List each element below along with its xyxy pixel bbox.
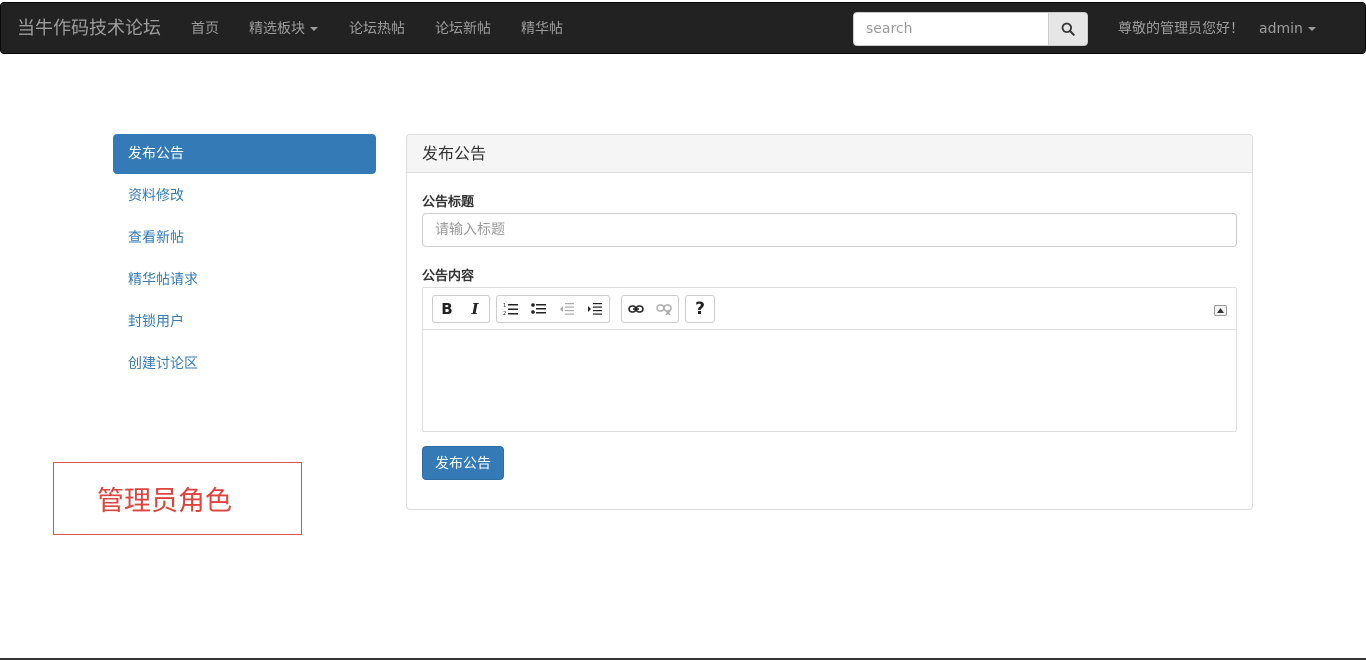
unlink-button[interactable] <box>650 296 678 322</box>
nav-item-new-posts[interactable]: 论坛新帖 <box>435 3 491 55</box>
nav-item-featured-label: 精选板块 <box>249 21 305 37</box>
outdent-button[interactable] <box>553 296 581 322</box>
sidebar-item-essence-requests[interactable]: 精华帖请求 <box>113 260 376 300</box>
sidebar-item-edit-profile[interactable]: 资料修改 <box>113 176 376 216</box>
caret-down-icon <box>1307 27 1316 31</box>
nav-item-featured[interactable]: 精选板块 <box>249 3 318 55</box>
user-name: admin <box>1259 21 1303 37</box>
svg-text:2: 2 <box>503 311 506 316</box>
content-label: 公告内容 <box>422 269 475 284</box>
publish-notice-button[interactable]: 发布公告 <box>422 446 504 480</box>
sidebar-item-view-new-posts[interactable]: 查看新帖 <box>113 218 376 258</box>
indent-button[interactable] <box>581 296 609 322</box>
unlink-icon <box>656 304 672 315</box>
unordered-list-icon <box>531 303 546 314</box>
role-annotation-box: 管理员角色 <box>53 462 302 535</box>
user-menu[interactable]: admin <box>1259 3 1316 55</box>
bold-button[interactable]: B <box>433 296 461 322</box>
nav-item-essence[interactable]: 精华帖 <box>521 3 563 55</box>
publish-notice-panel: 发布公告 公告标题 公告内容 B I 1 2 <box>406 134 1253 510</box>
sidebar: 发布公告 资料修改 查看新帖 精华帖请求 封锁用户 创建讨论区 <box>113 134 376 386</box>
nav-item-hot-posts[interactable]: 论坛热帖 <box>349 3 405 55</box>
panel-heading: 发布公告 <box>407 135 1252 173</box>
sidebar-item-block-user[interactable]: 封锁用户 <box>113 302 376 342</box>
greeting-text: 尊敬的管理员您好！ <box>1118 21 1244 37</box>
title-label: 公告标题 <box>422 195 475 210</box>
role-annotation-label: 管理员角色 <box>97 486 232 517</box>
ordered-list-icon: 1 2 <box>503 303 518 316</box>
nav-item-home[interactable]: 首页 <box>191 3 219 55</box>
search-input[interactable] <box>853 12 1049 46</box>
rich-text-editor: B I 1 2 ? <box>422 287 1237 432</box>
format-button-group: B I <box>432 295 490 323</box>
indent-icon <box>588 303 602 315</box>
editor-toolbar: B I 1 2 ? <box>423 288 1236 330</box>
triangle-up-icon <box>1217 308 1224 313</box>
brand-logo[interactable]: 当牛作码技术论坛 <box>17 3 161 55</box>
caret-down-icon <box>310 27 318 31</box>
top-navbar: 当牛作码技术论坛 首页 精选板块 论坛热帖 论坛新帖 精华帖 尊敬的管理员您好！… <box>0 2 1366 54</box>
help-button-group: ? <box>685 295 715 323</box>
link-icon <box>628 305 644 313</box>
ordered-list-button[interactable]: 1 2 <box>497 296 525 322</box>
list-button-group: 1 2 <box>496 295 610 323</box>
sidebar-item-create-forum[interactable]: 创建讨论区 <box>113 344 376 384</box>
search-button[interactable] <box>1048 12 1088 46</box>
svg-text:1: 1 <box>503 303 506 309</box>
collapse-toolbar-button[interactable] <box>1214 305 1227 316</box>
link-button[interactable] <box>622 296 650 322</box>
search-icon <box>1061 22 1075 36</box>
editor-content-area[interactable] <box>423 330 1236 430</box>
help-button[interactable]: ? <box>686 296 714 322</box>
sidebar-item-publish-notice[interactable]: 发布公告 <box>113 134 376 174</box>
bold-icon: B <box>441 300 453 318</box>
outdent-icon <box>560 303 574 315</box>
unordered-list-button[interactable] <box>525 296 553 322</box>
link-button-group <box>621 295 679 323</box>
italic-icon: I <box>471 300 479 318</box>
notice-title-input[interactable] <box>422 213 1237 247</box>
italic-button[interactable]: I <box>461 296 489 322</box>
help-icon: ? <box>695 299 705 319</box>
